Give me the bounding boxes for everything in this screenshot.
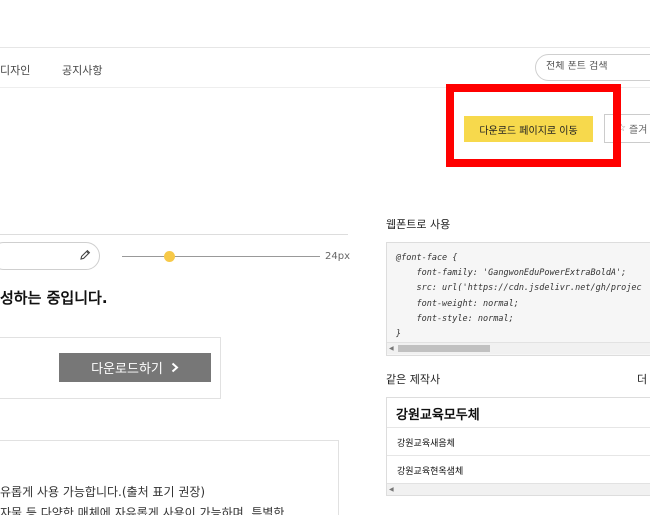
header-border xyxy=(0,47,650,48)
nav-border xyxy=(0,87,650,88)
nav-item-notice[interactable]: 공지사항 xyxy=(62,62,102,78)
tester-divider xyxy=(0,234,348,235)
code-scrollbar-thumb[interactable] xyxy=(398,345,490,352)
font-preview-text: 성하는 중입니다. xyxy=(0,289,108,307)
more-link[interactable]: 더 xyxy=(637,371,647,387)
chevron-right-icon xyxy=(171,362,179,373)
download-label: 다운로드하기 xyxy=(91,362,163,377)
search-box[interactable] xyxy=(535,54,650,81)
star-icon: ☆ xyxy=(617,123,626,134)
license-line: 유롭게 사용 가능합니다.(출처 표기 권장) xyxy=(0,485,206,499)
pencil-icon[interactable] xyxy=(78,248,92,262)
font-size-label: 24px xyxy=(325,251,350,262)
maker-font-item[interactable]: 강원교육현옥샘체 xyxy=(397,464,463,477)
font-size-slider-thumb[interactable] xyxy=(164,251,175,262)
search-input[interactable] xyxy=(546,61,650,72)
scroll-left-icon[interactable]: ◀ xyxy=(389,345,394,352)
nav-item-design[interactable]: 디자인 xyxy=(0,62,30,78)
same-maker-heading: 같은 제작사 xyxy=(386,373,441,386)
webfont-heading: 웹폰트로 사용 xyxy=(386,218,451,231)
license-line: 자물 등 다양한 매체에 자유롭게 사용이 가능하며, 특별한 xyxy=(0,506,285,515)
font-size-slider[interactable] xyxy=(122,256,320,257)
download-button[interactable]: 다운로드하기 xyxy=(59,353,211,382)
favorite-button[interactable]: ☆ 즐겨 xyxy=(604,114,650,143)
maker-font-item[interactable]: 강원교육새음체 xyxy=(397,436,455,449)
list-divider xyxy=(387,455,650,456)
maker-scrollbar[interactable] xyxy=(387,483,650,495)
webfont-code: @font-face { font-family: 'GangwonEduPow… xyxy=(396,253,642,340)
go-to-download-page-button[interactable]: 다운로드 페이지로 이동 xyxy=(464,116,593,142)
favorite-label: 즐겨 xyxy=(628,125,648,136)
list-divider xyxy=(387,427,650,428)
maker-font-title[interactable]: 강원교육모두체 xyxy=(396,404,480,423)
scroll-left-icon[interactable]: ◀ xyxy=(389,486,394,493)
